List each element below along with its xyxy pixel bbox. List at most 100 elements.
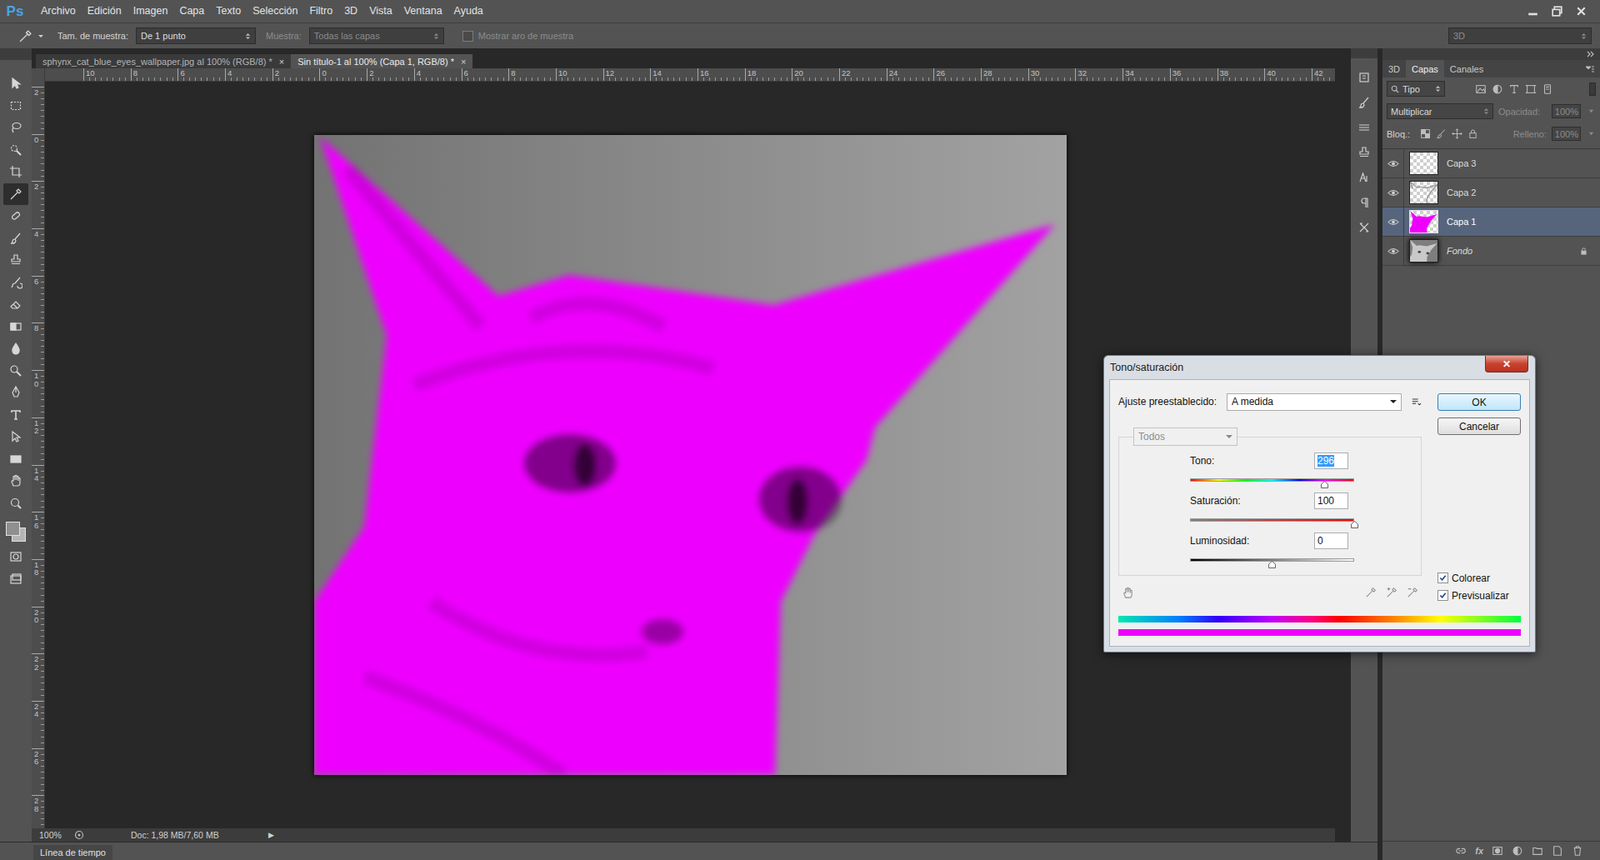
layer-thumbnail[interactable] [1409, 239, 1439, 263]
lock-pixels-icon[interactable] [1435, 128, 1447, 140]
panel-tab[interactable]: Capas [1405, 60, 1445, 78]
panel-menu-icon[interactable] [1585, 65, 1595, 74]
sampling-ring-checkbox[interactable]: Mostrar aro de muestra [462, 30, 574, 42]
panel-button[interactable] [1357, 165, 1371, 190]
photo[interactable] [314, 135, 1067, 775]
dialog-title-bar[interactable]: Tono/saturación ✕ [1104, 355, 1535, 380]
vertical-ruler[interactable]: 20246810121416182022242628 [31, 81, 45, 829]
screen-mode-button[interactable] [3, 568, 29, 591]
tool-button[interactable] [3, 404, 29, 427]
checkbox-box[interactable] [462, 30, 474, 42]
layer-name[interactable]: Capa 3 [1446, 158, 1476, 169]
tool-button[interactable] [3, 360, 29, 383]
restore-icon[interactable] [1550, 4, 1565, 19]
checkbox[interactable]: Previsualizar [1437, 588, 1521, 603]
layer-filter-icon[interactable] [1541, 83, 1554, 95]
opacity-slider-button[interactable] [1585, 108, 1596, 115]
menu-item[interactable]: Imagen [127, 0, 175, 23]
slider-value-field[interactable]: 0 [1314, 532, 1349, 550]
workspace-dropdown[interactable]: 3D [1448, 27, 1592, 45]
checkbox-box[interactable] [1437, 572, 1449, 584]
tool-button[interactable] [3, 448, 29, 471]
layer-name[interactable]: Capa 2 [1446, 187, 1476, 198]
tool-button[interactable] [3, 492, 29, 515]
menu-item[interactable]: Archivo [35, 0, 82, 23]
eyedropper-plus-icon[interactable] [1385, 586, 1398, 599]
layer-row[interactable]: Capa 2 [1382, 178, 1600, 208]
export-icon[interactable] [74, 830, 85, 840]
panel-button[interactable] [1357, 190, 1371, 215]
layer-filter-icon[interactable] [1508, 83, 1520, 95]
slider-thumb[interactable] [1350, 520, 1359, 529]
slider-thumb[interactable] [1320, 480, 1329, 489]
adjustment-layer-icon[interactable] [1511, 845, 1524, 857]
eyedropper-icon[interactable] [1365, 586, 1377, 599]
checkbox[interactable]: Colorear [1437, 570, 1521, 585]
document-tab[interactable]: sphynx_cat_blue_eyes_wallpaper.jpg al 10… [35, 54, 291, 69]
panel-header[interactable] [1382, 48, 1600, 60]
menu-item[interactable]: Filtro [303, 0, 339, 23]
slider[interactable] [1190, 558, 1355, 573]
slider-value-field[interactable]: 100 [1314, 492, 1349, 510]
color-swatches[interactable] [3, 520, 29, 543]
slider-value-field[interactable]: 296 [1314, 452, 1349, 470]
lock-position-icon[interactable] [1451, 128, 1463, 140]
horizontal-ruler[interactable]: 1086420246810121416182022242628303234363… [45, 68, 1335, 82]
add-mask-icon[interactable] [1491, 845, 1504, 857]
slider[interactable] [1190, 478, 1355, 493]
menu-item[interactable]: Ventana [398, 0, 449, 23]
panel-button[interactable] [1357, 215, 1371, 240]
minimize-icon[interactable] [1525, 4, 1540, 19]
collapse-icon[interactable] [1586, 50, 1595, 58]
panel-button[interactable] [1357, 90, 1371, 115]
blend-mode-dropdown[interactable]: Multiplicar [1386, 103, 1494, 120]
timeline-tab[interactable]: Línea de tiempo [33, 845, 113, 860]
document-tab[interactable]: Sin título-1 al 100% (Capa 1, RGB/8) * × [290, 54, 473, 69]
tool-preset-arrow-icon[interactable] [37, 32, 45, 40]
layer-row[interactable]: Capa 3 [1382, 149, 1600, 179]
menu-item[interactable]: Selección [246, 0, 304, 23]
layer-name[interactable]: Capa 1 [1446, 216, 1476, 227]
layer-filter-icon[interactable] [1525, 83, 1537, 95]
preset-options-icon[interactable] [1411, 397, 1422, 407]
new-layer-icon[interactable] [1551, 845, 1564, 857]
tool-button[interactable] [3, 470, 29, 493]
eyedropper-minus-icon[interactable] [1406, 586, 1419, 599]
tab-close-button[interactable]: × [460, 56, 466, 67]
menu-item[interactable]: Edición [81, 0, 128, 23]
quick-mask-button[interactable] [3, 545, 29, 569]
lock-all-icon[interactable] [1467, 128, 1479, 140]
visibility-toggle[interactable] [1382, 149, 1405, 178]
dialog-button[interactable]: OK [1437, 393, 1521, 411]
tool-button[interactable] [3, 227, 29, 250]
dialog-close-button[interactable]: ✕ [1485, 355, 1529, 373]
tool-button[interactable] [3, 95, 29, 118]
tool-button[interactable] [3, 293, 29, 316]
tool-button[interactable] [3, 72, 29, 95]
tool-button[interactable] [3, 160, 29, 184]
opacity-field[interactable]: 100% [1551, 104, 1581, 119]
eyedropper-icon[interactable] [18, 29, 33, 44]
menu-item[interactable]: Capa [173, 0, 210, 23]
delete-layer-icon[interactable] [1571, 845, 1584, 857]
link-layers-icon[interactable] [1455, 845, 1467, 857]
status-menu-button[interactable]: ▶ [268, 830, 275, 840]
layer-filter-icon[interactable] [1491, 83, 1504, 95]
new-group-icon[interactable] [1531, 845, 1544, 857]
sample-dropdown[interactable]: Todas las capas [309, 27, 445, 45]
panel-button[interactable] [1357, 65, 1371, 90]
layer-thumbnail[interactable] [1409, 151, 1439, 175]
menu-item[interactable]: Vista [363, 0, 399, 23]
menu-item[interactable]: Ayuda [448, 0, 490, 23]
targeted-adjustment-icon[interactable] [1121, 586, 1135, 600]
menu-item[interactable]: 3D [338, 0, 364, 23]
checkbox-box[interactable] [1437, 590, 1449, 601]
close-icon[interactable] [1574, 4, 1589, 19]
panel-button[interactable] [1357, 140, 1371, 165]
layer-thumbnail[interactable] [1409, 210, 1439, 234]
filter-toggle[interactable] [1589, 82, 1596, 96]
fill-slider-button[interactable] [1585, 130, 1596, 137]
layer-thumbnail[interactable] [1409, 180, 1439, 205]
lock-transparency-icon[interactable] [1420, 128, 1431, 140]
layer-row[interactable]: Fondo [1382, 236, 1600, 266]
